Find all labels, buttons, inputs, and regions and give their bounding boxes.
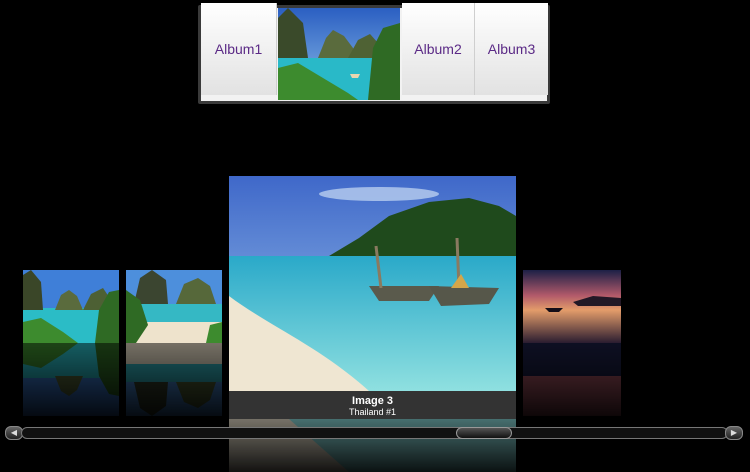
coverflow-scrollbar[interactable]: ◀ ▶ xyxy=(5,426,744,440)
coverflow-reflection-1 xyxy=(23,343,119,416)
scroll-left-glyph: ◀ xyxy=(10,428,18,437)
coverflow-image-1[interactable] xyxy=(23,270,119,343)
coverflow-reflection-4 xyxy=(523,343,621,416)
scroll-thumb[interactable] xyxy=(456,427,512,439)
coverflow-image-4[interactable] xyxy=(523,270,621,343)
album-tab-2[interactable]: Album2 xyxy=(402,3,475,95)
coverflow-reflection-2 xyxy=(126,343,222,416)
album-tab-label: Album1 xyxy=(214,41,263,57)
coverflow-image-2[interactable] xyxy=(126,270,222,343)
caption-title: Image 3 xyxy=(352,395,393,407)
album-tab-label: Album3 xyxy=(487,41,536,57)
album-tab-label: Album2 xyxy=(414,41,462,57)
caption-subtitle: Thailand #1 xyxy=(348,407,397,417)
image-caption: Image 3 Thailand #1 xyxy=(229,391,516,419)
album-tab-1[interactable]: Album1 xyxy=(201,3,277,95)
album-tab-3[interactable]: Album3 xyxy=(475,3,548,95)
scroll-track[interactable] xyxy=(21,427,728,439)
scroll-right-glyph: ▶ xyxy=(730,428,738,437)
coverflow-image-3-selected[interactable] xyxy=(229,176,516,391)
chevron-right-icon[interactable]: ▶ xyxy=(725,426,743,440)
album-thumbnail-image[interactable] xyxy=(278,8,400,100)
